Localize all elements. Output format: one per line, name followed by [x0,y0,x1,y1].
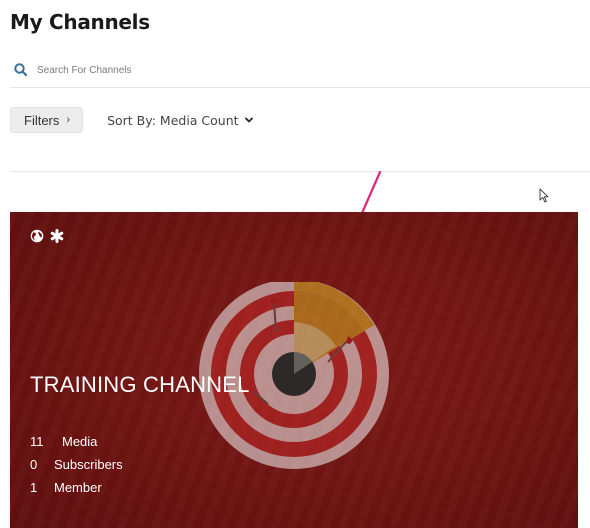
page-title: My Channels [10,10,150,34]
channel-title[interactable]: TRAINING CHANNEL [30,372,250,398]
chevron-down-icon [244,117,253,123]
sort-label: Sort By: Media Count [107,112,239,128]
stat-media: 11 Media [30,430,123,453]
chevron-right-icon: › [66,114,71,126]
globe-icon [30,229,44,243]
stat-label: Media [62,434,98,449]
stat-count: 1 [30,480,38,495]
asterisk-icon [50,229,64,243]
stat-label: Member [54,480,102,495]
search-bar [10,60,590,88]
stat-count: 11 [30,434,44,449]
stat-label: Subscribers [54,457,123,472]
stat-count: 0 [30,457,38,472]
toolbar: Filters › Sort By: Media Count [10,107,253,133]
filters-button[interactable]: Filters › [10,107,84,133]
search-icon[interactable] [12,61,30,79]
divider [10,171,590,172]
filters-label: Filters [24,112,60,128]
card-icons [30,229,64,243]
stat-members: 1 Member [30,476,123,499]
search-input[interactable] [37,65,437,76]
sort-dropdown[interactable]: Sort By: Media Count [107,112,253,128]
channel-stats: 11 Media 0 Subscribers 1 Member [30,430,123,499]
stat-subscribers: 0 Subscribers [30,453,123,476]
channel-card[interactable]: TRAINING CHANNEL 11 Media 0 Subscribers … [10,212,578,528]
mouse-pointer-icon [539,188,549,203]
